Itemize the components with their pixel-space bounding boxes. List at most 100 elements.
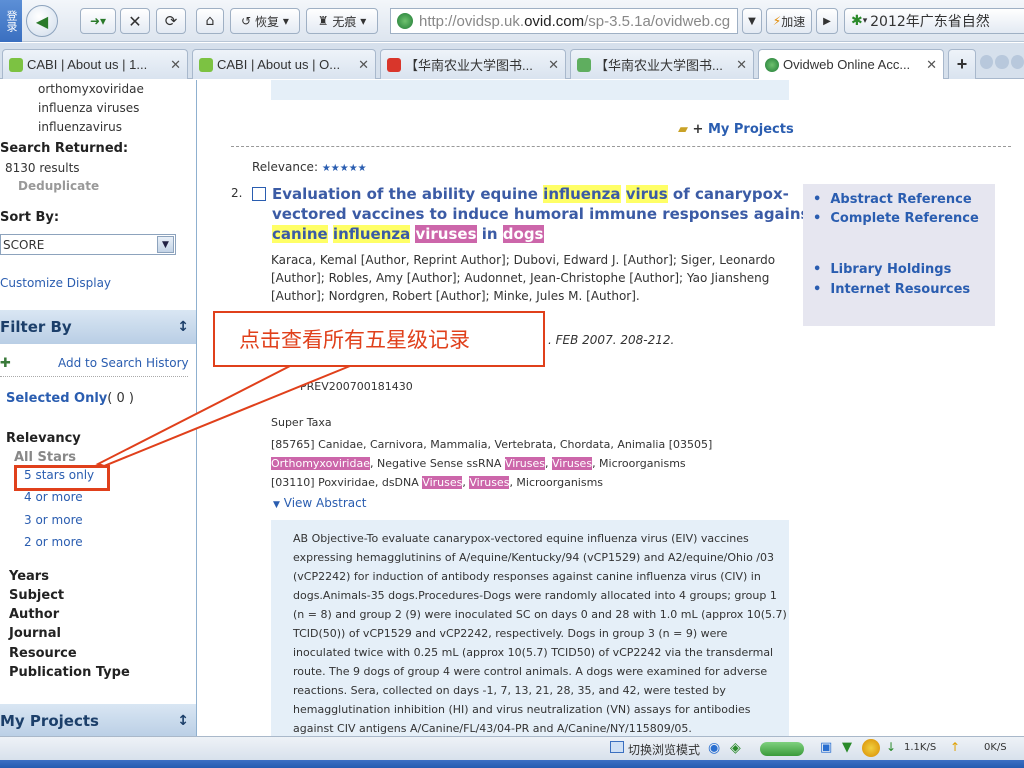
- record-checkbox[interactable]: [252, 187, 266, 201]
- accelerate-button[interactable]: ⚡ 加速: [766, 8, 812, 34]
- results-main: ▰ + My Projects Relevance: ★★★★★ 2. Eval…: [198, 80, 1024, 736]
- sort-value: SCORE: [3, 237, 45, 252]
- record-title[interactable]: Evaluation of the ability equine influen…: [272, 184, 817, 244]
- tree-item[interactable]: orthomyxoviridae: [38, 82, 144, 96]
- tab-cabi-2[interactable]: CABI | About us | O... ✕: [192, 49, 376, 79]
- search-box[interactable]: ✱ ▾ 2012年广东省自然: [844, 8, 1024, 34]
- triangle-down-icon: ▼: [273, 500, 280, 510]
- bullet-icon: •: [813, 192, 831, 207]
- record-links-box: • Abstract Reference • Complete Referenc…: [803, 184, 995, 326]
- my-projects-link-label: My Projects: [707, 122, 794, 137]
- tab-label: 【华南农业大学图书...: [595, 58, 723, 73]
- close-tab-icon[interactable]: ✕: [730, 57, 747, 73]
- facet-years[interactable]: Years: [9, 569, 49, 584]
- facet-author[interactable]: Author: [9, 607, 59, 622]
- close-tab-icon[interactable]: ✕: [542, 57, 559, 73]
- relevancy-2-or-more[interactable]: 2 or more: [24, 535, 83, 549]
- notrace-label: 无痕: [332, 14, 357, 29]
- back-button[interactable]: ◀: [26, 5, 58, 37]
- close-tab-icon[interactable]: ✕: [920, 57, 937, 73]
- forward-arrow-icon: ➜▾: [89, 14, 107, 28]
- my-projects-link[interactable]: ▰ + My Projects: [678, 122, 794, 137]
- callout-box: 点击查看所有五星级记录: [213, 311, 545, 367]
- switch-mode-link[interactable]: 切换浏览模式: [628, 741, 700, 758]
- upload-speed: 0K/S: [984, 742, 1007, 753]
- ie-icon[interactable]: ◉: [708, 740, 720, 756]
- back-arrow-icon: ◀: [35, 11, 49, 31]
- internet-resources-link[interactable]: • Internet Resources: [813, 282, 970, 297]
- sort-by-label: Sort By:: [0, 210, 60, 225]
- title-text: [621, 185, 626, 203]
- facet-subject[interactable]: Subject: [9, 588, 64, 603]
- refresh-button[interactable]: ⟳: [156, 8, 186, 34]
- facet-publication-type[interactable]: Publication Type: [9, 665, 130, 680]
- tab-scroll-icon[interactable]: [980, 55, 1024, 73]
- abstract-line: TCID(50)) of vCP1529 and vCP2242, respec…: [293, 627, 728, 640]
- tree-item[interactable]: influenzavirus: [38, 120, 122, 134]
- forward-button[interactable]: ➜▾: [80, 8, 116, 34]
- url-path: /sp-3.5.1a/ovidweb.cg: [584, 12, 731, 30]
- relevance-label: Relevance: ★★★★★: [252, 160, 367, 174]
- close-tab-icon[interactable]: ✕: [352, 57, 369, 73]
- super-taxa-label: Super Taxa: [271, 416, 332, 429]
- shield-green-icon[interactable]: ▼: [842, 740, 852, 755]
- add-history-icon: ✚: [0, 356, 11, 371]
- highlight-term: Orthomyxoviridae: [271, 457, 370, 470]
- facet-resource[interactable]: Resource: [9, 646, 77, 661]
- download-icon[interactable]: ▣: [820, 740, 832, 755]
- highlight-term: dogs: [502, 225, 544, 243]
- source-citation: . FEB 2007. 208-212.: [548, 333, 675, 347]
- view-abstract-toggle[interactable]: ▼ View Abstract: [273, 496, 366, 510]
- stop-icon: ✕: [128, 11, 142, 31]
- address-dropdown-button[interactable]: ▼: [742, 8, 762, 34]
- facet-journal[interactable]: Journal: [9, 626, 61, 641]
- library-holdings-link[interactable]: • Library Holdings: [813, 262, 951, 277]
- customize-display-link[interactable]: Customize Display: [0, 276, 111, 290]
- tree-item[interactable]: influenza viruses: [38, 101, 139, 115]
- new-tab-button[interactable]: +: [948, 49, 976, 79]
- abstract-reference-link[interactable]: • Abstract Reference: [813, 192, 972, 207]
- author-line: [Author]; Nordgren, Robert [Author]; Min…: [271, 289, 640, 303]
- abstract-line: dogs.Animals-35 dogs.Procedures-Dogs wer…: [293, 589, 777, 602]
- add-to-search-history-link[interactable]: Add to Search History: [58, 356, 189, 370]
- sort-select[interactable]: SCORE ▼: [0, 234, 176, 255]
- search-returned-label: Search Returned:: [0, 141, 129, 156]
- stop-button[interactable]: ✕: [120, 8, 150, 34]
- tab-ovidweb[interactable]: Ovidweb Online Acc... ✕: [758, 49, 944, 79]
- relevancy-4-or-more[interactable]: 4 or more: [24, 490, 83, 504]
- refresh-icon: ⟳: [164, 12, 178, 30]
- abstract-line: hemagglutination inhibition (HI) and vir…: [293, 703, 751, 716]
- my-projects-header[interactable]: My Projects ↕: [0, 704, 196, 736]
- notrace-button[interactable]: ♜ 无痕 ▾: [306, 8, 378, 34]
- record-divider: [231, 146, 1011, 147]
- side-login-label: 登录: [5, 10, 18, 32]
- filter-by-title: Filter By: [0, 318, 72, 336]
- title-line-3: canine influenza viruses in dogs: [272, 224, 817, 244]
- filter-by-header[interactable]: Filter By ↕: [0, 310, 196, 344]
- close-tab-icon[interactable]: ✕: [164, 57, 181, 73]
- shield-icon[interactable]: ◈: [730, 740, 741, 756]
- selected-only-link[interactable]: Selected Only( 0 ): [6, 391, 134, 406]
- play-icon: ▶: [823, 15, 831, 27]
- complete-reference-link[interactable]: • Complete Reference: [813, 211, 979, 226]
- highlight-term: Viruses: [551, 457, 593, 470]
- home-button[interactable]: ⌂: [196, 8, 224, 34]
- taxa-text: , Microorganisms: [509, 476, 604, 489]
- accession-number: PREV200700181430: [300, 380, 413, 393]
- relevancy-3-or-more[interactable]: 3 or more: [24, 513, 83, 527]
- abstract-line: route. The 9 dogs of group 4 were contro…: [293, 665, 768, 678]
- tab-label: CABI | About us | 1...: [27, 57, 148, 72]
- highlight-term: Viruses: [504, 457, 545, 470]
- tab-scau-1[interactable]: 【华南农业大学图书... ✕: [380, 49, 566, 79]
- toggle-icon[interactable]: [760, 742, 804, 756]
- cabi-favicon-icon: [9, 57, 23, 72]
- restore-button[interactable]: ↺ 恢复 ▾: [230, 8, 300, 34]
- url-prefix: http://: [419, 12, 457, 30]
- go-button[interactable]: ▶: [816, 8, 838, 34]
- deduplicate-link[interactable]: Deduplicate: [18, 179, 99, 193]
- tab-scau-2[interactable]: 【华南农业大学图书... ✕: [570, 49, 754, 79]
- tab-cabi-1[interactable]: CABI | About us | 1... ✕: [2, 49, 188, 79]
- all-stars-link[interactable]: All Stars: [14, 450, 76, 465]
- side-login-tab[interactable]: 登录: [0, 0, 22, 42]
- address-bar[interactable]: http://ovidsp.uk. ovid.com/sp-3.5.1a/ovid…: [390, 8, 738, 34]
